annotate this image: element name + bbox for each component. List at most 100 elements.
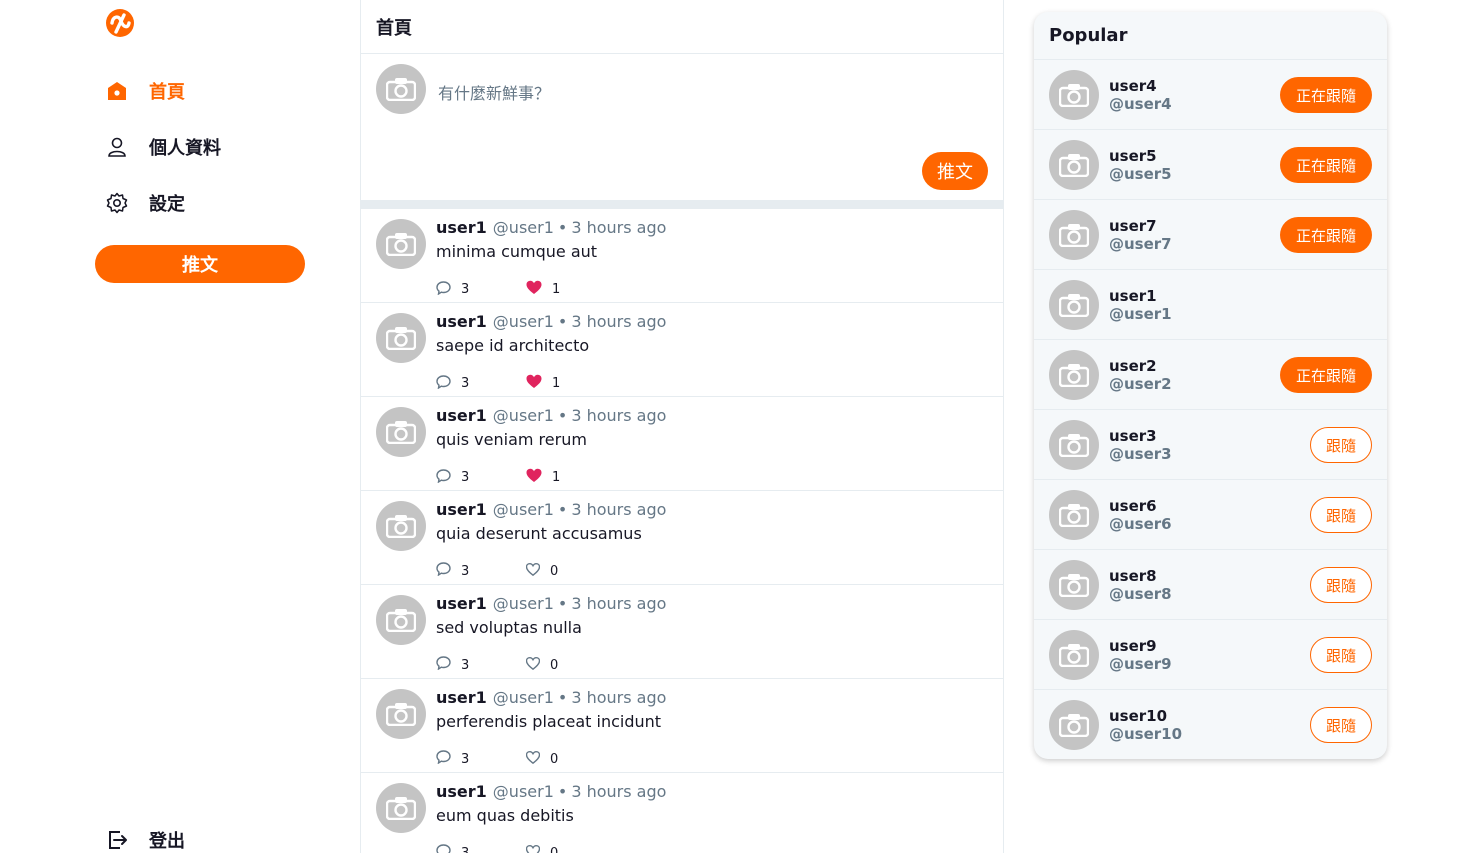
reply-button[interactable]: 3 (436, 280, 526, 299)
popular-user-handle: @user8 (1109, 585, 1172, 603)
sidebar-item-label: 設定 (149, 194, 185, 215)
avatar[interactable] (1049, 210, 1099, 260)
tweet-item[interactable]: user1 @user1 • 3 hours ago eum quas debitis 3… (361, 773, 1003, 853)
popular-user-name[interactable]: user3 (1109, 427, 1157, 445)
composer-input[interactable]: 有什麼新鮮事？ (438, 80, 550, 104)
tweet-text[interactable]: minima cumque aut (436, 242, 597, 261)
follow-button[interactable]: 跟隨 (1310, 637, 1372, 673)
reply-button[interactable]: 3 (436, 562, 526, 580)
tweet-text[interactable]: quia deserunt accusamus (436, 524, 642, 543)
avatar[interactable] (1049, 630, 1099, 680)
tweet-actions: 30 (436, 750, 558, 768)
tweet-text[interactable]: perferendis placeat incidunt (436, 712, 661, 731)
sidebar-item-settings[interactable]: 設定 (105, 188, 185, 218)
following-button[interactable]: 正在跟隨 (1280, 357, 1372, 393)
reply-button[interactable]: 3 (436, 468, 526, 487)
tweet-text[interactable]: quis veniam rerum (436, 430, 587, 449)
tweet-item[interactable]: user1 @user1 • 3 hours ago quia deserunt acc… (361, 491, 1003, 585)
heart-icon (525, 844, 541, 853)
avatar[interactable] (376, 501, 426, 551)
tweet-composer[interactable]: 有什麼新鮮事？ 推文 (361, 54, 1003, 200)
like-count: 0 (550, 845, 559, 853)
tweet-author-name[interactable]: user1 (436, 688, 487, 707)
tweet-meta: user1 @user1 • 3 hours ago (436, 218, 666, 237)
like-button[interactable]: 1 (526, 280, 560, 299)
reply-button[interactable]: 3 (436, 844, 526, 853)
like-button[interactable]: 0 (525, 562, 558, 580)
following-button[interactable]: 正在跟隨 (1280, 77, 1372, 113)
popular-user-handle: @user2 (1109, 375, 1172, 393)
tweet-text[interactable]: saepe id architecto (436, 336, 589, 355)
popular-user-handle: @user6 (1109, 515, 1172, 533)
sidebar-tweet-button[interactable]: 推文 (95, 245, 305, 283)
popular-user-item: user9 @user9 跟隨 (1034, 620, 1387, 690)
avatar[interactable] (1049, 280, 1099, 330)
avatar[interactable] (376, 313, 426, 363)
camera-icon (386, 326, 416, 350)
like-button[interactable]: 0 (525, 844, 559, 853)
avatar[interactable] (1049, 420, 1099, 470)
follow-button[interactable]: 跟隨 (1310, 427, 1372, 463)
popular-user-name[interactable]: user4 (1109, 77, 1157, 95)
composer-tweet-button[interactable]: 推文 (922, 152, 988, 190)
like-button[interactable]: 0 (525, 750, 558, 768)
popular-user-name[interactable]: user7 (1109, 217, 1157, 235)
avatar[interactable] (376, 783, 426, 833)
tweet-list: user1 @user1 • 3 hours ago minima cumque aut… (361, 209, 1003, 853)
like-button[interactable]: 0 (525, 656, 558, 674)
popular-user-name[interactable]: user9 (1109, 637, 1157, 655)
popular-user-name[interactable]: user6 (1109, 497, 1157, 515)
popular-user-name[interactable]: user2 (1109, 357, 1157, 375)
tweet-text[interactable]: eum quas debitis (436, 806, 574, 825)
popular-user-item: user5 @user5 正在跟隨 (1034, 130, 1387, 200)
following-button[interactable]: 正在跟隨 (1280, 147, 1372, 183)
avatar[interactable] (1049, 140, 1099, 190)
camera-icon (1059, 643, 1089, 667)
avatar[interactable] (1049, 490, 1099, 540)
tweet-author-name[interactable]: user1 (436, 500, 487, 519)
camera-icon (386, 514, 416, 538)
tweet-text[interactable]: sed voluptas nulla (436, 618, 582, 637)
sidebar-item-profile[interactable]: 個人資料 (105, 132, 221, 162)
alphacamp-logo-icon[interactable] (104, 5, 136, 39)
follow-button[interactable]: 跟隨 (1310, 567, 1372, 603)
camera-icon (1059, 83, 1089, 107)
avatar[interactable] (1049, 560, 1099, 610)
sidebar-item-home[interactable]: 首頁 (105, 76, 185, 106)
like-button[interactable]: 1 (526, 374, 560, 393)
follow-button[interactable]: 跟隨 (1310, 497, 1372, 533)
reply-button[interactable]: 3 (436, 656, 526, 674)
follow-button[interactable]: 跟隨 (1310, 707, 1372, 743)
tweet-item[interactable]: user1 @user1 • 3 hours ago saepe id architec… (361, 303, 1003, 397)
tweet-author-name[interactable]: user1 (436, 782, 487, 801)
logout-button[interactable]: 登出 (105, 825, 185, 853)
reply-button[interactable]: 3 (436, 750, 526, 768)
avatar[interactable] (376, 595, 426, 645)
camera-icon (386, 702, 416, 726)
tweet-meta: user1 @user1 • 3 hours ago (436, 500, 666, 519)
tweet-item[interactable]: user1 @user1 • 3 hours ago sed voluptas null… (361, 585, 1003, 679)
tweet-author-name[interactable]: user1 (436, 312, 487, 331)
tweet-item[interactable]: user1 @user1 • 3 hours ago minima cumque aut… (361, 209, 1003, 303)
avatar[interactable] (1049, 70, 1099, 120)
following-button[interactable]: 正在跟隨 (1280, 217, 1372, 253)
tweet-item[interactable]: user1 @user1 • 3 hours ago perferendis place… (361, 679, 1003, 773)
popular-user-name[interactable]: user10 (1109, 707, 1167, 725)
popular-user-name[interactable]: user8 (1109, 567, 1157, 585)
reply-button[interactable]: 3 (436, 374, 526, 393)
avatar[interactable] (1049, 350, 1099, 400)
like-button[interactable]: 1 (526, 468, 560, 487)
avatar[interactable] (376, 407, 426, 457)
avatar[interactable] (1049, 700, 1099, 750)
avatar[interactable] (376, 689, 426, 739)
popular-user-name[interactable]: user1 (1109, 287, 1157, 305)
tweet-meta: user1 @user1 • 3 hours ago (436, 688, 666, 707)
tweet-author-name[interactable]: user1 (436, 406, 487, 425)
reply-icon (436, 750, 451, 768)
popular-user-name[interactable]: user5 (1109, 147, 1157, 165)
tweet-item[interactable]: user1 @user1 • 3 hours ago quis veniam rerum… (361, 397, 1003, 491)
tweet-author-name[interactable]: user1 (436, 218, 487, 237)
heart-icon (526, 374, 542, 393)
avatar[interactable] (376, 219, 426, 269)
tweet-author-name[interactable]: user1 (436, 594, 487, 613)
